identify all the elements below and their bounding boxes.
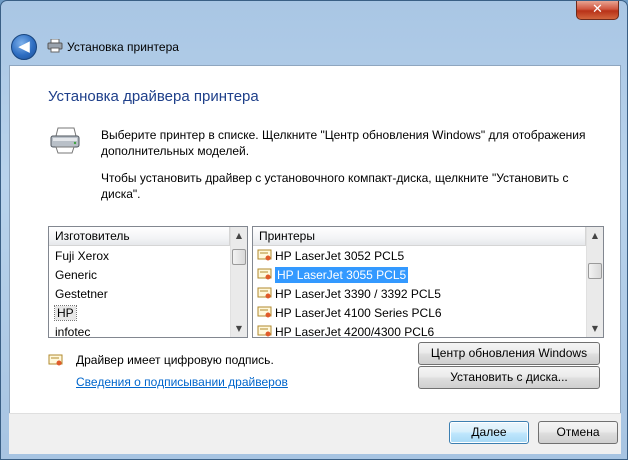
- list-item[interactable]: Generic: [49, 266, 230, 285]
- list-item[interactable]: HP LaserJet 3052 PCL5: [253, 247, 586, 266]
- list-item[interactable]: HP LaserJet 3390 / 3392 PCL5: [253, 285, 586, 304]
- list-item[interactable]: HP LaserJet 4100 Series PCL6: [253, 304, 586, 323]
- wizard-window: ✕ ◀ Установка принтера Установка драйвер…: [0, 0, 628, 460]
- manufacturer-rows: Fuji Xerox Generic Gestetner HP infotec: [49, 247, 230, 337]
- list-item-label: HP: [54, 305, 77, 321]
- printer-icon: [50, 127, 80, 154]
- scroll-up-arrow-icon[interactable]: ▲: [587, 227, 603, 244]
- content-panel: Установка драйвера принтера Выберите при…: [9, 65, 621, 414]
- manufacturer-column-header[interactable]: Изготовитель: [49, 227, 230, 246]
- list-item-label: HP LaserJet 3055 PCL5: [273, 266, 410, 284]
- list-item-label: HP LaserJet 3390 / 3392 PCL5: [275, 287, 441, 301]
- manufacturer-list[interactable]: Изготовитель Fuji Xerox Generic Gestetne…: [48, 226, 248, 338]
- description-install-from-disk: Чтобы установить драйвер с установочного…: [101, 171, 569, 201]
- description-select-printer: Выберите принтер в списке. Щелкните "Цен…: [101, 128, 586, 158]
- printer-rows: HP LaserJet 3052 PCL5 HP LaserJet 3055 P…: [253, 247, 586, 337]
- window-title: Установка принтера: [67, 40, 179, 54]
- printer-icon: [47, 39, 63, 53]
- scroll-down-arrow-icon[interactable]: ▼: [587, 320, 603, 337]
- scroll-down-arrow-icon[interactable]: ▼: [231, 320, 247, 337]
- scroll-thumb[interactable]: [232, 249, 246, 265]
- page-title: Установка драйвера принтера: [48, 88, 259, 105]
- signed-driver-icon: [257, 325, 272, 337]
- printer-column-header[interactable]: Принтеры: [253, 227, 586, 246]
- title-bar: ◀ Установка принтера: [9, 29, 619, 63]
- next-button[interactable]: Далее: [449, 421, 529, 444]
- signed-driver-icon: [257, 306, 272, 318]
- driver-signing-link[interactable]: Сведения о подписывании драйверов: [76, 375, 288, 389]
- list-item-label: HP LaserJet 4100 Series PCL6: [275, 306, 442, 320]
- scroll-up-arrow-icon[interactable]: ▲: [231, 227, 247, 244]
- signed-driver-icon: [48, 354, 63, 366]
- windows-update-button[interactable]: Центр обновления Windows: [418, 342, 600, 365]
- list-item-selected[interactable]: HP LaserJet 3055 PCL5: [253, 266, 586, 285]
- scroll-thumb[interactable]: [588, 263, 602, 279]
- list-item-label: HP LaserJet 4200/4300 PCL6: [275, 325, 435, 337]
- list-item-selected[interactable]: HP: [49, 304, 230, 323]
- list-item[interactable]: HP LaserJet 4200/4300 PCL6: [253, 323, 586, 337]
- footer-bar: [9, 414, 621, 454]
- signed-driver-icon: [257, 249, 272, 261]
- list-item[interactable]: infotec: [49, 323, 230, 337]
- printer-list[interactable]: Принтеры HP LaserJet 3052 PCL5 HP LaserJ…: [252, 226, 604, 338]
- back-button[interactable]: ◀: [11, 34, 37, 60]
- list-item[interactable]: Fuji Xerox: [49, 247, 230, 266]
- have-disk-button[interactable]: Установить с диска...: [418, 366, 600, 389]
- signed-driver-icon: [257, 268, 272, 280]
- cancel-button[interactable]: Отмена: [538, 421, 618, 444]
- close-button[interactable]: ✕: [576, 1, 619, 20]
- manufacturer-scrollbar[interactable]: ▲ ▼: [230, 227, 247, 337]
- list-item-label: HP LaserJet 3052 PCL5: [275, 249, 405, 263]
- printer-scrollbar[interactable]: ▲ ▼: [586, 227, 603, 337]
- signed-driver-icon: [257, 287, 272, 299]
- signature-status: Драйвер имеет цифровую подпись.: [76, 353, 274, 367]
- list-item[interactable]: Gestetner: [49, 285, 230, 304]
